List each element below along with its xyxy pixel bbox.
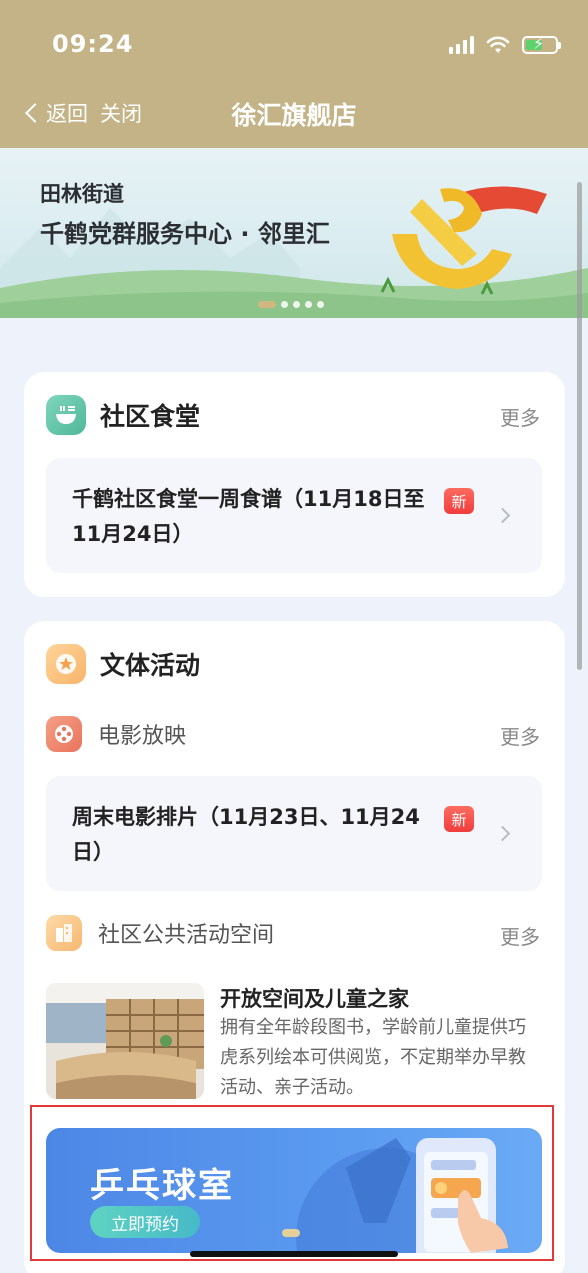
canteen-title: 社区食堂 [100,402,201,431]
activities-title: 文体活动 [100,651,201,680]
new-badge: 新 [444,488,474,514]
space-title-label: 社区公共活动空间 [98,923,275,948]
chevron-right-icon [494,825,511,842]
signal-icon [449,36,474,54]
movie-item-text: 周末电影排片（11月23日、11月24日） [72,805,420,864]
canteen-more-link[interactable]: 更多 [500,402,540,431]
movie-more-link[interactable]: 更多 [500,721,540,750]
library-space-image[interactable] [46,983,204,1099]
pagination-dot [305,301,312,308]
party-emblem-icon [380,186,547,295]
home-indicator[interactable] [190,1251,398,1257]
highlight-frame [30,1105,554,1261]
space-item-title[interactable]: 开放空间及儿童之家 [220,983,409,1013]
pagination-dot [293,301,300,308]
scrollbar[interactable] [577,182,582,670]
status-time: 09:24 [52,30,134,58]
space-item-description: 拥有全年龄段图书，学龄前儿童提供巧虎系列绘本可供阅览，不定期举办早教活动、亲子活… [220,1017,526,1098]
pagination-dot [258,301,276,308]
hero-banner[interactable]: 田林街道 千鹤党群服务中心 · 邻里汇 [0,148,588,318]
activities-header: 文体活动 [46,644,200,684]
space-more-link[interactable]: 更多 [500,921,540,950]
pagination-dot [281,301,288,308]
space-header: 社区公共活动空间 [46,915,274,951]
new-badge: 新 [444,806,474,832]
battery-icon: ⚡ [522,34,561,54]
canteen-card: 社区食堂 更多 千鹤社区食堂一周食谱（11月18日至11月24日） 新 [24,372,565,597]
movie-title: 电影放映 [98,724,187,749]
canteen-item-text: 千鹤社区食堂一周食谱（11月18日至11月24日） [72,487,425,546]
film-reel-icon [46,716,82,752]
star-medal-icon [46,644,86,684]
page-title: 徐汇旗舰店 [231,101,357,130]
building-icon [46,915,82,951]
canteen-menu-item[interactable]: 千鹤社区食堂一周食谱（11月18日至11月24日） 新 [46,458,542,573]
chevron-right-icon [494,507,511,524]
top-bar: 09:24 ⚡ 返回 关闭 徐汇旗舰店 [0,0,588,148]
status-icons: ⚡ [449,34,561,56]
pagination-dot [317,301,324,308]
movie-schedule-item[interactable]: 周末电影排片（11月23日、11月24日） 新 [46,776,542,891]
banner-subtitle: 田林街道 [40,182,124,206]
movie-header: 电影放映 [46,716,186,752]
banner-pagination [258,301,324,308]
canteen-header: 社区食堂 [46,395,200,435]
banner-title: 千鹤党群服务中心 · 邻里汇 [40,220,330,248]
bowl-icon [46,395,86,435]
wifi-icon [486,36,510,53]
